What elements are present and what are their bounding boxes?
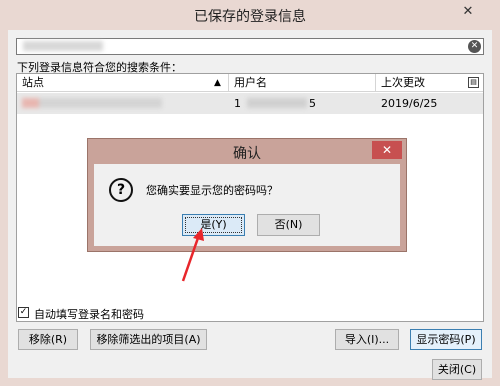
username-redacted [247, 98, 307, 108]
sort-ascending-icon: ▲ [214, 78, 221, 88]
column-header-site[interactable]: 站点 [17, 74, 229, 92]
import-button[interactable]: 导入(I)... [335, 329, 399, 350]
close-button[interactable]: 关闭(C) [432, 359, 482, 380]
last-changed-value: 2019/6/25 [381, 97, 438, 110]
remove-button[interactable]: 移除(R) [18, 329, 78, 350]
confirm-dialog: 确认 ✕ ? 您确实要显示您的密码吗？ 是(Y) 否(N) [87, 138, 407, 252]
table-row[interactable]: 1 5 2019/6/25 [17, 93, 483, 114]
autofill-label: 自动填写登录名和密码 [34, 308, 144, 321]
show-passwords-button[interactable]: 显示密码(P) [410, 329, 482, 350]
username-end: 5 [309, 97, 316, 110]
yes-button[interactable]: 是(Y) [182, 214, 245, 236]
dialog-body: ? 您确实要显示您的密码吗？ 是(Y) 否(N) [94, 164, 400, 246]
window-title: 已保存的登录信息 [194, 9, 306, 25]
dialog-close-icon[interactable]: ✕ [372, 141, 402, 159]
search-input[interactable]: ✕ [16, 38, 484, 55]
table-header: 站点 ▲ 用户名 上次更改 ▤ [17, 74, 483, 92]
autofill-checkbox[interactable]: ✓ [18, 307, 29, 318]
title-bar: 已保存的登录信息 ✕ [0, 0, 500, 30]
search-text-redacted [23, 41, 103, 51]
dialog-message: 您确实要显示您的密码吗？ [146, 184, 278, 197]
column-header-last-changed[interactable]: 上次更改 [376, 74, 483, 92]
dialog-title: 确认 [233, 146, 261, 162]
remove-filtered-button[interactable]: 移除筛选出的项目(A) [90, 329, 207, 350]
window-close-icon[interactable]: ✕ [448, 3, 488, 21]
no-button[interactable]: 否(N) [257, 214, 320, 236]
clear-search-icon[interactable]: ✕ [468, 40, 481, 53]
column-picker-icon[interactable]: ▤ [468, 77, 479, 88]
column-header-username[interactable]: 用户名 [229, 74, 376, 92]
question-icon: ? [109, 178, 133, 202]
saved-logins-window: 已保存的登录信息 ✕ ✕ 下列登录信息符合您的搜索条件： 站点 ▲ 用户名 上次… [0, 0, 500, 386]
site-value-redacted [22, 98, 162, 108]
username-start: 1 [234, 97, 241, 110]
